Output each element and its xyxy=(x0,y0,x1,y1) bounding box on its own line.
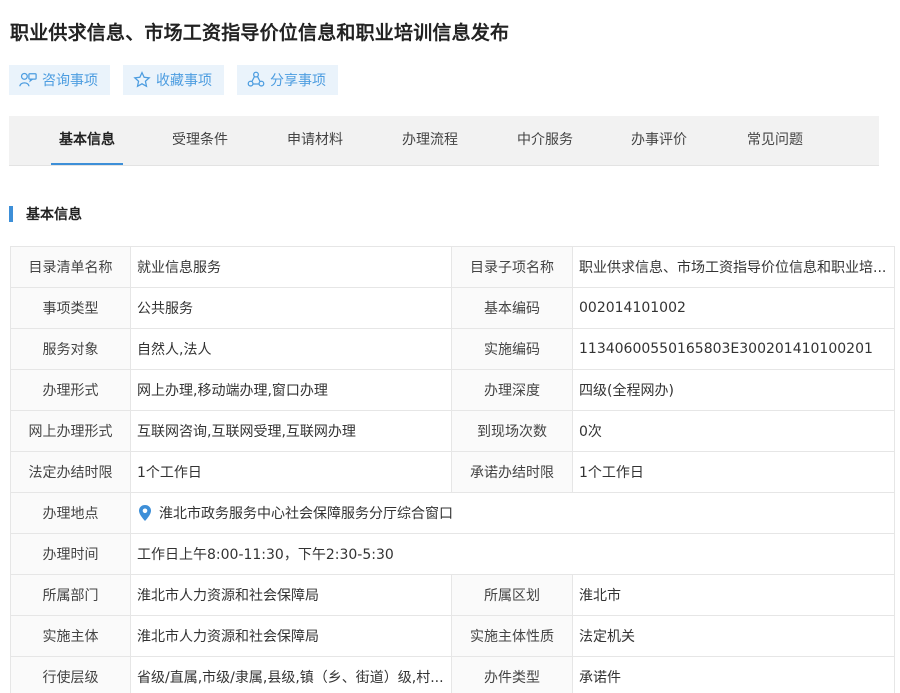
tab-application-materials[interactable]: 申请材料 xyxy=(279,116,351,165)
field-value: 自然人,法人 xyxy=(130,328,452,370)
favorite-label: 收藏事项 xyxy=(156,73,212,89)
field-value: 1个工作日 xyxy=(130,451,452,493)
tab-bar: 基本信息 受理条件 申请材料 办理流程 中介服务 办事评价 常见问题 xyxy=(9,116,879,166)
field-value: 淮北市人力资源和社会保障局 xyxy=(130,615,452,657)
share-button[interactable]: 分享事项 xyxy=(237,65,338,95)
star-icon xyxy=(131,69,153,91)
field-value: 0次 xyxy=(572,410,895,452)
favorite-button[interactable]: 收藏事项 xyxy=(123,65,224,95)
field-value: 就业信息服务 xyxy=(130,246,452,288)
field-value: 淮北市 xyxy=(572,574,895,616)
consult-button[interactable]: 咨询事项 xyxy=(9,65,110,95)
tab-evaluation[interactable]: 办事评价 xyxy=(623,116,695,165)
section-marker xyxy=(9,206,13,222)
table-row: 服务对象 自然人,法人 实施编码 11340600550165803E30020… xyxy=(10,328,895,370)
field-label: 实施主体性质 xyxy=(451,615,573,657)
field-label: 所属区划 xyxy=(451,574,573,616)
share-icon xyxy=(245,69,267,91)
field-value: 工作日上午8:00-11:30，下午2:30-5:30 xyxy=(130,533,895,575)
field-value: 承诺件 xyxy=(572,656,895,693)
basic-info-table: 目录清单名称 就业信息服务 目录子项名称 职业供求信息、市场工资指导价位信息和职… xyxy=(10,246,895,693)
field-value: 淮北市人力资源和社会保障局 xyxy=(130,574,452,616)
field-label: 到现场次数 xyxy=(451,410,573,452)
table-row: 所属部门 淮北市人力资源和社会保障局 所属区划 淮北市 xyxy=(10,574,895,616)
field-label: 行使层级 xyxy=(10,656,131,693)
consult-icon xyxy=(17,69,39,91)
location-pin-icon xyxy=(137,504,153,522)
location-link[interactable]: 淮北市政务服务中心社会保障服务分厅综合窗口 xyxy=(137,503,888,523)
section-title: 基本信息 xyxy=(26,207,82,223)
tab-basic-info[interactable]: 基本信息 xyxy=(51,116,123,165)
table-row: 办理形式 网上办理,移动端办理,窗口办理 办理深度 四级(全程网办) xyxy=(10,369,895,411)
table-row: 办理时间 工作日上午8:00-11:30，下午2:30-5:30 xyxy=(10,533,895,575)
field-label: 基本编码 xyxy=(451,287,573,329)
field-label: 目录清单名称 xyxy=(10,246,131,288)
field-value: 1个工作日 xyxy=(572,451,895,493)
section-header: 基本信息 xyxy=(9,206,82,223)
table-row: 目录清单名称 就业信息服务 目录子项名称 职业供求信息、市场工资指导价位信息和职… xyxy=(10,246,895,288)
table-row: 法定办结时限 1个工作日 承诺办结时限 1个工作日 xyxy=(10,451,895,493)
tab-process[interactable]: 办理流程 xyxy=(394,116,466,165)
field-label: 目录子项名称 xyxy=(451,246,573,288)
field-label: 实施编码 xyxy=(451,328,573,370)
tab-acceptance-conditions[interactable]: 受理条件 xyxy=(164,116,236,165)
field-label: 办理形式 xyxy=(10,369,131,411)
field-label: 事项类型 xyxy=(10,287,131,329)
tab-intermediary-service[interactable]: 中介服务 xyxy=(509,116,581,165)
field-label: 服务对象 xyxy=(10,328,131,370)
field-label: 实施主体 xyxy=(10,615,131,657)
field-label: 所属部门 xyxy=(10,574,131,616)
field-value: 11340600550165803E300201410100201 xyxy=(572,328,895,370)
field-value: 省级/直属,市级/隶属,县级,镇（乡、街道）级,村... xyxy=(130,656,452,693)
field-value: 法定机关 xyxy=(572,615,895,657)
field-label: 办件类型 xyxy=(451,656,573,693)
page-title: 职业供求信息、市场工资指导价位信息和职业培训信息发布 xyxy=(10,22,510,44)
tab-faq[interactable]: 常见问题 xyxy=(739,116,811,165)
field-label: 承诺办结时限 xyxy=(451,451,573,493)
field-label: 办理地点 xyxy=(10,492,131,534)
field-value: 网上办理,移动端办理,窗口办理 xyxy=(130,369,452,411)
table-row: 行使层级 省级/直属,市级/隶属,县级,镇（乡、街道）级,村... 办件类型 承… xyxy=(10,656,895,693)
action-bar: 咨询事项 收藏事项 分享事项 xyxy=(9,65,338,95)
location-text: 淮北市政务服务中心社会保障服务分厅综合窗口 xyxy=(159,506,453,522)
field-value: 淮北市政务服务中心社会保障服务分厅综合窗口 xyxy=(130,492,895,534)
field-label: 网上办理形式 xyxy=(10,410,131,452)
field-label: 办理深度 xyxy=(451,369,573,411)
share-label: 分享事项 xyxy=(270,73,326,89)
field-value: 职业供求信息、市场工资指导价位信息和职业培... xyxy=(572,246,895,288)
table-row: 实施主体 淮北市人力资源和社会保障局 实施主体性质 法定机关 xyxy=(10,615,895,657)
table-row: 网上办理形式 互联网咨询,互联网受理,互联网办理 到现场次数 0次 xyxy=(10,410,895,452)
field-value: 公共服务 xyxy=(130,287,452,329)
field-label: 法定办结时限 xyxy=(10,451,131,493)
field-value: 四级(全程网办) xyxy=(572,369,895,411)
field-value: 002014101002 xyxy=(572,287,895,329)
consult-label: 咨询事项 xyxy=(42,73,98,89)
field-label: 办理时间 xyxy=(10,533,131,575)
field-value: 互联网咨询,互联网受理,互联网办理 xyxy=(130,410,452,452)
table-row: 事项类型 公共服务 基本编码 002014101002 xyxy=(10,287,895,329)
table-row: 办理地点 淮北市政务服务中心社会保障服务分厅综合窗口 xyxy=(10,492,895,534)
